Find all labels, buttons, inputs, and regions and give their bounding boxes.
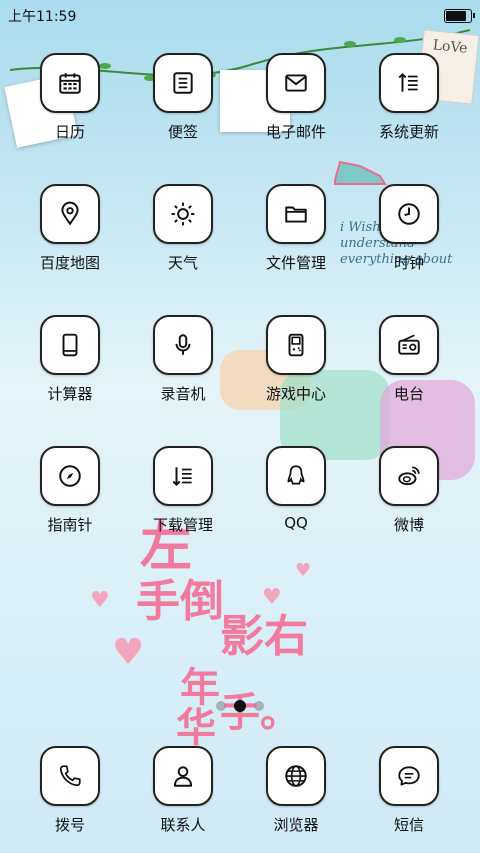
gameboy-icon bbox=[288, 333, 304, 357]
app-microphone[interactable]: 录音机 bbox=[140, 315, 226, 404]
app-tile[interactable] bbox=[266, 746, 326, 806]
app-tile[interactable] bbox=[379, 184, 439, 244]
app-label: 计算器 bbox=[47, 385, 93, 403]
microphone-icon bbox=[175, 334, 191, 355]
app-tile[interactable] bbox=[153, 184, 213, 244]
app-label: 系统更新 bbox=[378, 123, 439, 141]
app-label: 下载管理 bbox=[152, 516, 213, 534]
app-label: 录音机 bbox=[160, 385, 206, 403]
status-bar: 上午11:59 bbox=[0, 0, 480, 30]
app-tile[interactable] bbox=[153, 53, 213, 113]
app-tile[interactable] bbox=[266, 315, 326, 375]
weibo-icon bbox=[398, 466, 420, 486]
app-qq-penguin[interactable]: QQ bbox=[253, 446, 339, 532]
heart-decoration: ♥ bbox=[112, 632, 145, 673]
app-label: 微博 bbox=[393, 516, 424, 534]
app-label: 日历 bbox=[54, 123, 85, 141]
app-phone[interactable]: 拨号 bbox=[27, 746, 113, 835]
app-tile[interactable] bbox=[379, 315, 439, 375]
app-label: 文件管理 bbox=[265, 254, 326, 272]
map-pin-icon bbox=[61, 201, 79, 226]
folder-icon bbox=[285, 206, 307, 223]
app-tile[interactable] bbox=[40, 184, 100, 244]
app-message[interactable]: 短信 bbox=[366, 746, 452, 835]
app-tile[interactable] bbox=[266, 446, 326, 506]
app-tile[interactable] bbox=[40, 315, 100, 375]
app-mail[interactable]: 电子邮件 bbox=[253, 53, 339, 142]
qq-penguin-icon bbox=[287, 465, 305, 485]
app-tile[interactable] bbox=[266, 53, 326, 113]
title-char: 影右 bbox=[220, 611, 308, 662]
system-update-icon bbox=[398, 72, 418, 92]
app-tile[interactable] bbox=[40, 53, 100, 113]
app-tile[interactable] bbox=[379, 53, 439, 113]
radio-icon bbox=[398, 334, 420, 355]
app-label: 游戏中心 bbox=[265, 385, 326, 403]
battery-icon bbox=[444, 9, 475, 23]
app-note[interactable]: 便签 bbox=[140, 53, 226, 142]
app-phone-device[interactable]: 计算器 bbox=[27, 315, 113, 404]
app-globe[interactable]: 浏览器 bbox=[253, 746, 339, 835]
phone-device-icon bbox=[62, 333, 78, 357]
app-tile[interactable] bbox=[153, 746, 213, 806]
app-label: 便签 bbox=[167, 123, 198, 141]
app-label: 电子邮件 bbox=[265, 123, 326, 141]
app-label: 拨号 bbox=[54, 816, 85, 834]
calendar-icon bbox=[59, 73, 81, 94]
heart-decoration: ♥ bbox=[262, 585, 282, 610]
app-compass[interactable]: 指南针 bbox=[27, 446, 113, 535]
app-tile[interactable] bbox=[153, 446, 213, 506]
app-folder[interactable]: 文件管理 bbox=[253, 184, 339, 273]
app-download-list[interactable]: 下载管理 bbox=[140, 446, 226, 535]
app-tile[interactable] bbox=[379, 446, 439, 506]
message-icon bbox=[398, 766, 420, 786]
clock-icon bbox=[398, 203, 420, 225]
globe-icon bbox=[285, 765, 307, 787]
app-radio[interactable]: 电台 bbox=[366, 315, 452, 404]
app-system-update[interactable]: 系统更新 bbox=[366, 53, 452, 142]
app-contact[interactable]: 联系人 bbox=[140, 746, 226, 835]
app-label: QQ bbox=[284, 514, 308, 532]
app-gameboy[interactable]: 游戏中心 bbox=[253, 315, 339, 404]
app-label: 联系人 bbox=[160, 816, 206, 834]
page-dot[interactable] bbox=[216, 701, 226, 711]
app-label: 天气 bbox=[167, 254, 198, 272]
app-label: 短信 bbox=[393, 816, 424, 834]
app-label: 电台 bbox=[393, 385, 424, 403]
app-label: 百度地图 bbox=[39, 254, 100, 272]
app-tile[interactable] bbox=[266, 184, 326, 244]
app-tile[interactable] bbox=[40, 446, 100, 506]
app-label: 浏览器 bbox=[273, 816, 319, 834]
app-tile[interactable] bbox=[379, 746, 439, 806]
app-tile[interactable] bbox=[153, 315, 213, 375]
app-sun[interactable]: 天气 bbox=[140, 184, 226, 273]
app-calendar[interactable]: 日历 bbox=[27, 53, 113, 142]
page-indicator[interactable] bbox=[0, 698, 480, 714]
app-label: 时钟 bbox=[393, 254, 424, 272]
contact-icon bbox=[173, 766, 193, 787]
app-clock[interactable]: 时钟 bbox=[366, 184, 452, 273]
status-time: 上午11:59 bbox=[8, 9, 77, 25]
app-label: 指南针 bbox=[47, 516, 93, 534]
app-map-pin[interactable]: 百度地图 bbox=[27, 184, 113, 273]
heart-decoration: ♥ bbox=[90, 588, 110, 613]
page-dot-active[interactable] bbox=[234, 700, 246, 712]
app-weibo[interactable]: 微博 bbox=[366, 446, 452, 535]
sun-icon bbox=[171, 202, 195, 226]
mail-icon bbox=[285, 74, 307, 92]
page-dot[interactable] bbox=[254, 701, 264, 711]
phone-icon bbox=[59, 765, 81, 787]
title-char: 手倒 bbox=[136, 576, 224, 627]
app-tile[interactable] bbox=[40, 746, 100, 806]
download-list-icon bbox=[172, 467, 192, 487]
compass-icon bbox=[59, 465, 81, 487]
note-icon bbox=[173, 72, 193, 94]
heart-decoration: ♥ bbox=[295, 560, 312, 581]
